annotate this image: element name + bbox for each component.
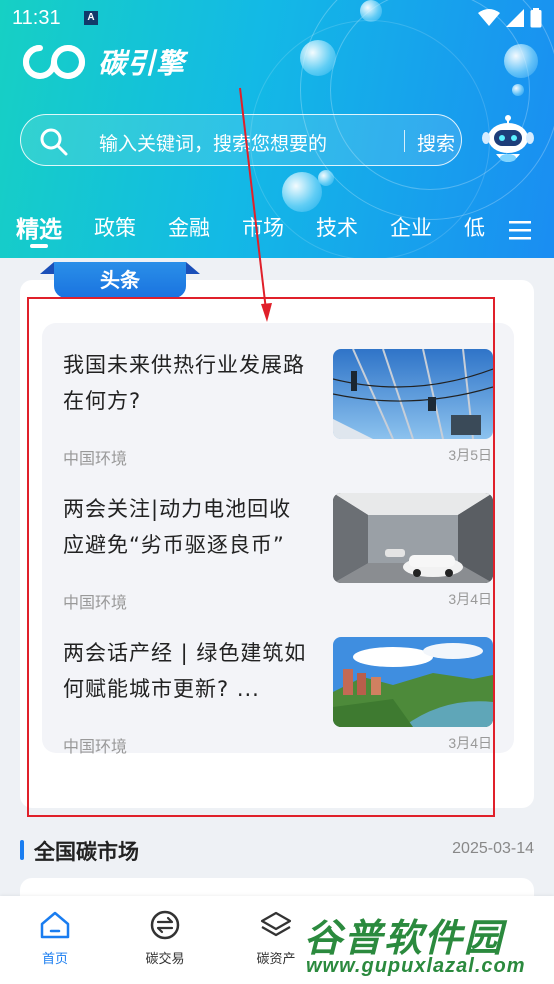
exchange-icon [150,910,180,940]
search-icon [40,128,68,156]
nav-carbon-trade[interactable]: 碳交易 [120,910,210,967]
search-button[interactable]: 搜索 [417,129,455,156]
nav-home[interactable]: 首页 [10,910,100,967]
infinity-logo-icon [23,45,85,79]
section-title: 全国碳市场 [34,840,139,864]
search-divider [404,130,405,152]
tab-jishu[interactable]: 技术 [316,212,358,242]
signal-icon [506,9,524,27]
status-bar: 11:31 A [0,0,554,36]
search-input[interactable]: 输入关键词，搜索您想要的 [99,129,327,156]
watermark-url: www.gupuxlazal.com [306,955,526,977]
robot-assistant-icon[interactable] [482,114,534,168]
tab-shichang[interactable]: 市场 [242,212,284,242]
layers-icon [260,911,292,937]
tab-qiye[interactable]: 企业 [390,212,432,242]
app-logo: 碳引擎 [20,42,185,82]
nav-label: 首页 [41,952,68,967]
headline-ribbon: 头条 [40,262,200,298]
tab-jingxuan[interactable]: 精选 [16,210,62,244]
app-name: 碳引擎 [98,47,186,80]
home-icon [40,911,70,939]
battery-icon [530,8,542,28]
tab-zhengce[interactable]: 政策 [94,212,136,242]
search-bar[interactable]: 输入关键词，搜索您想要的 搜索 [20,114,462,166]
tab-jinrong[interactable]: 金融 [168,212,210,242]
menu-icon[interactable] [509,220,531,240]
active-tab-indicator [30,244,48,248]
header-banner: 11:31 A 碳引擎 输入关键词，搜索您想要的 搜索 精选 政策 金融 市场 … [0,0,554,258]
watermark: 谷普软件园 www.gupuxlazal.com [300,905,554,983]
headline-ribbon-label: 头条 [54,262,186,298]
section-date: 2025-03-14 [452,840,534,857]
nav-label: 碳交易 [145,952,185,967]
section-marker [20,840,24,860]
status-time: 11:31 [12,7,61,29]
highlight-box [27,297,495,817]
status-icons [478,8,542,28]
tab-di[interactable]: 低 [464,212,485,242]
wifi-icon [478,9,500,26]
notification-badge-icon: A [84,11,98,25]
watermark-title: 谷普软件园 [304,916,505,960]
category-tabs: 精选 政策 金融 市场 技术 企业 低 [0,206,554,252]
carbon-market-section: 全国碳市场 2025-03-14 [20,836,534,866]
